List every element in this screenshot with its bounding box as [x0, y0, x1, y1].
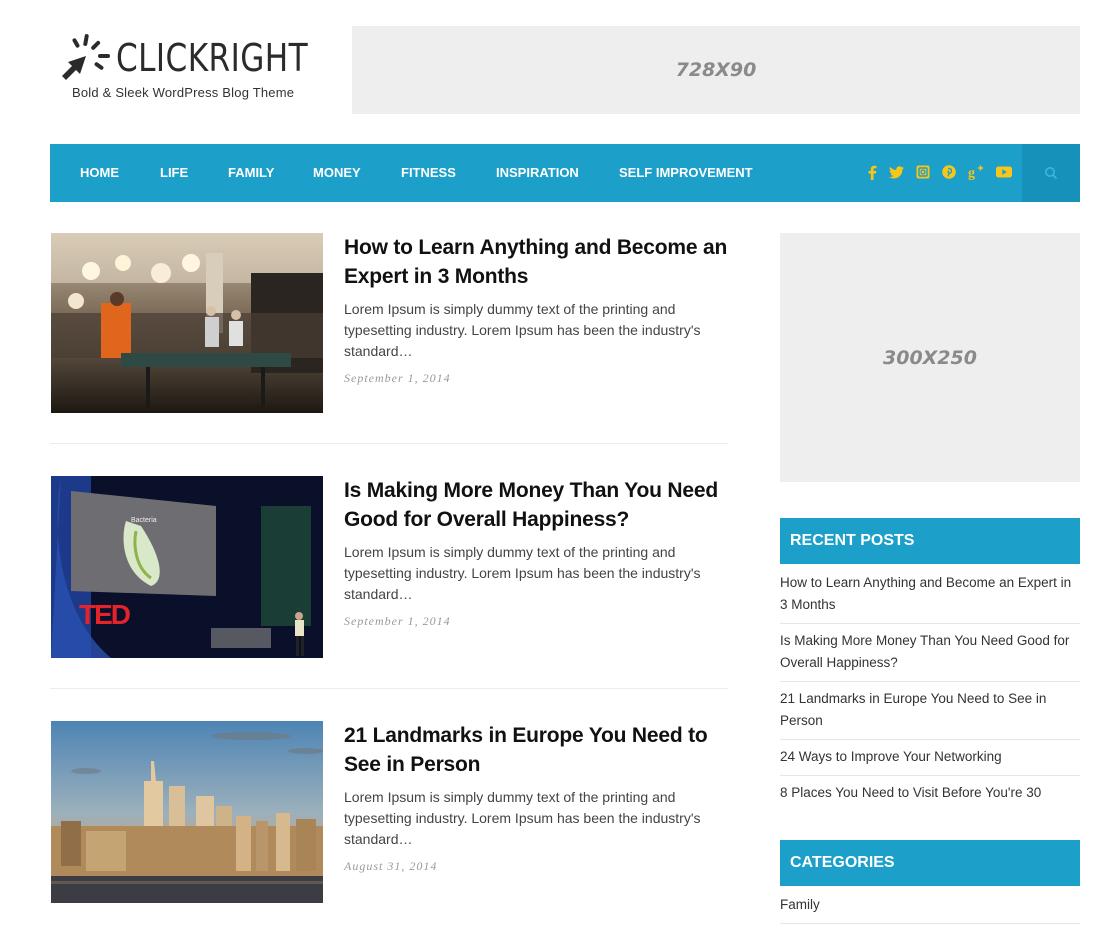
recent-posts-title: Recent Posts — [780, 518, 1080, 564]
post-card: How to Learn Anything and Become an Expe… — [50, 233, 728, 413]
ted-logo: TED — [79, 599, 131, 630]
post-image-ted-talk: Bacteria TED — [51, 476, 323, 658]
post-thumbnail[interactable]: Bacteria TED — [51, 476, 323, 658]
nav-item-home[interactable]: Home — [80, 165, 119, 180]
post-date: August 31, 2014 — [344, 859, 438, 873]
post-divider — [50, 688, 728, 689]
post-image-ping-pong — [51, 233, 323, 413]
nav-item-inspiration[interactable]: Inspiration — [496, 165, 579, 180]
svg-text:g: g — [968, 166, 975, 180]
search-button[interactable] — [1022, 144, 1080, 202]
categories-list: Family — [780, 890, 1080, 924]
cursor-click-icon — [62, 34, 110, 80]
post-excerpt: Lorem Ipsum is simply dummy text of the … — [344, 544, 701, 602]
site-tagline: Bold & Sleek WordPress Blog Theme — [72, 85, 295, 100]
nav-item-life[interactable]: Life — [160, 165, 188, 180]
ad-size-label: 300X250 — [883, 346, 977, 369]
nav-item-fitness[interactable]: Fitness — [401, 165, 456, 180]
post-date: September 1, 2014 — [344, 371, 451, 385]
ad-size-label: 728X90 — [675, 59, 757, 81]
post-image-city-skyline — [51, 721, 323, 903]
nav-item-money[interactable]: Money — [313, 165, 361, 180]
post-date: September 1, 2014 — [344, 614, 451, 628]
post-excerpt: Lorem Ipsum is simply dummy text of the … — [344, 789, 701, 847]
post-excerpt: Lorem Ipsum is simply dummy text of the … — [344, 301, 701, 359]
facebook-icon[interactable] — [864, 164, 880, 180]
pinterest-icon[interactable] — [941, 164, 957, 180]
post-card: 21 Landmarks in Europe You Need to See i… — [50, 721, 728, 903]
recent-post-link[interactable]: Is Making More Money Than You Need Good … — [780, 624, 1080, 682]
recent-post-link[interactable]: 24 Ways to Improve Your Networking — [780, 740, 1080, 776]
sidebar-ad[interactable]: 300X250 — [780, 233, 1080, 482]
post-title[interactable]: Is Making More Money Than You Need Good … — [344, 476, 734, 534]
search-icon — [1045, 167, 1058, 180]
youtube-icon[interactable] — [996, 164, 1012, 180]
recent-post-link[interactable]: 8 Places You Need to Visit Before You're… — [780, 776, 1080, 811]
recent-posts-list: How to Learn Anything and Become an Expe… — [780, 568, 1080, 811]
main-navigation: Home Life Family Money Fitness Inspirati… — [50, 144, 1080, 202]
nav-item-self-improvement[interactable]: Self Improvement — [619, 165, 753, 180]
category-link[interactable]: Family — [780, 890, 1080, 924]
post-thumbnail[interactable] — [51, 233, 323, 413]
post-title[interactable]: 21 Landmarks in Europe You Need to See i… — [344, 721, 734, 779]
nav-item-family[interactable]: Family — [228, 165, 274, 180]
post-title[interactable]: How to Learn Anything and Become an Expe… — [344, 233, 734, 291]
post-card: Bacteria TED Is Making More Money Than Y… — [50, 476, 728, 658]
recent-post-link[interactable]: How to Learn Anything and Become an Expe… — [780, 568, 1080, 624]
recent-post-link[interactable]: 21 Landmarks in Europe You Need to See i… — [780, 682, 1080, 740]
google-plus-icon[interactable]: g — [968, 164, 984, 180]
slide-caption: Bacteria — [131, 517, 157, 524]
logo-wordmark: CLICKRIGHT — [116, 36, 309, 80]
top-ad-banner[interactable]: 728X90 — [352, 26, 1080, 114]
categories-title: Categories — [780, 840, 1080, 886]
instagram-icon[interactable] — [915, 164, 931, 180]
site-logo[interactable]: CLICKRIGHT Bold & Sleek WordPress Blog T… — [58, 30, 318, 110]
post-divider — [50, 443, 728, 444]
twitter-icon[interactable] — [888, 164, 904, 180]
post-thumbnail[interactable] — [51, 721, 323, 903]
